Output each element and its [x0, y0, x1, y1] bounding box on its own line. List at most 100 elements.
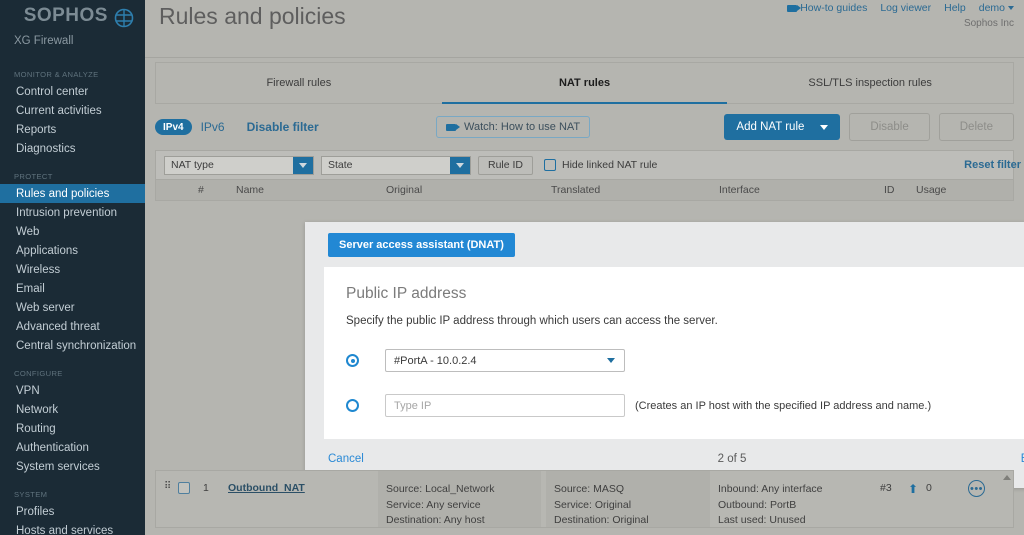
hide-linked-nat-rule-checkbox[interactable]: [544, 159, 557, 171]
nav-group-system: SYSTEM Profiles Hosts and services Admin…: [0, 490, 145, 535]
sidebar-item-web-server[interactable]: Web server: [0, 298, 145, 317]
org-name: Sophos Inc: [963, 18, 1014, 29]
product-name: XG Firewall: [14, 35, 74, 47]
column-header-interface: Interface: [719, 184, 760, 196]
column-header-name: Name: [236, 184, 265, 196]
ipv4-toggle[interactable]: IPv4: [155, 119, 192, 135]
table-row[interactable]: ⠿ 1 Outbound_NAT Source: Local_Network S…: [155, 470, 1014, 528]
watch-how-to-use-nat-button[interactable]: Watch: How to use NAT: [436, 116, 591, 138]
nav-group-title: CONFIGURE: [14, 369, 63, 378]
more-options-icon: •••: [968, 480, 985, 497]
chevron-down-icon: [607, 358, 615, 363]
ipv6-toggle[interactable]: IPv6: [201, 120, 225, 134]
sidebar-item-rules-and-policies[interactable]: Rules and policies: [0, 184, 145, 203]
radio-interface-ip[interactable]: [346, 354, 359, 367]
cell-interface: Inbound: Any interface Outbound: PortB L…: [718, 471, 823, 527]
translated-source: Source: MASQ: [554, 483, 625, 495]
sidebar-item-wireless[interactable]: Wireless: [0, 260, 145, 279]
sidebar-item-system-services[interactable]: System services: [0, 457, 145, 476]
nav-group-title: MONITOR & ANALYZE: [14, 70, 99, 79]
state-select[interactable]: State: [321, 155, 471, 175]
cell-original: Source: Local_Network Service: Any servi…: [378, 471, 541, 527]
how-to-guides-link[interactable]: How-to guides: [787, 2, 867, 14]
add-nat-rule-button[interactable]: Add NAT rule: [724, 114, 841, 140]
add-nat-rule-label: Add NAT rule: [736, 121, 805, 133]
column-header-index: #: [198, 184, 204, 196]
sidebar-item-applications[interactable]: Applications: [0, 241, 145, 260]
column-header-translated: Translated: [551, 184, 601, 196]
tab-firewall-rules[interactable]: Firewall rules: [156, 63, 442, 103]
disable-filter-link[interactable]: Disable filter: [247, 120, 319, 134]
nav-group-configure: CONFIGURE VPN Network Routing Authentica…: [0, 369, 145, 476]
rule-id-button[interactable]: Rule ID: [478, 155, 534, 175]
watch-label: Watch: How to use NAT: [464, 121, 581, 133]
video-icon: [446, 123, 460, 131]
topbar: Rules and policies How-to guides Log vie…: [145, 0, 1024, 58]
how-to-guides-label: How-to guides: [800, 2, 868, 14]
radio-type-ip[interactable]: [346, 399, 359, 412]
translated-service: Service: Original: [554, 498, 632, 511]
actionbar: IPv4 IPv6 Disable filter Watch: How to u…: [155, 104, 1014, 150]
user-menu[interactable]: demo: [979, 2, 1014, 14]
help-link[interactable]: Help: [944, 2, 966, 14]
interface-ip-select[interactable]: #PortA - 10.0.2.4: [385, 349, 625, 372]
drag-handle-icon[interactable]: ⠿: [164, 471, 171, 492]
server-access-assistant-tab[interactable]: Server access assistant (DNAT): [328, 233, 515, 257]
usage-up-icon: ⬆: [908, 482, 919, 496]
sidebar-item-hosts-and-services[interactable]: Hosts and services: [0, 521, 145, 535]
sidebar-item-vpn[interactable]: VPN: [0, 381, 145, 400]
tab-nat-rules[interactable]: NAT rules: [441, 63, 728, 104]
row-index: 1: [203, 482, 209, 494]
rule-id-value: #3: [880, 482, 892, 494]
cancel-button[interactable]: Cancel: [328, 453, 364, 465]
sidebar-item-network[interactable]: Network: [0, 400, 145, 419]
state-value: State: [328, 159, 353, 171]
sidebar-item-reports[interactable]: Reports: [0, 120, 145, 139]
nat-type-value: NAT type: [171, 159, 214, 171]
rule-name-link[interactable]: Outbound_NAT: [228, 471, 305, 494]
option-row-type-ip: (Creates an IP host with the specified I…: [346, 394, 1024, 417]
sidebar-item-intrusion-prevention[interactable]: Intrusion prevention: [0, 203, 145, 222]
user-label: demo: [978, 2, 1005, 14]
sidebar-item-control-center[interactable]: Control center: [0, 82, 145, 101]
page-title: Rules and policies: [159, 3, 346, 29]
column-header-original: Original: [386, 184, 423, 196]
translated-destination: Destination: Original: [554, 514, 649, 526]
chevron-down-icon: [820, 124, 829, 130]
nav-group-title: SYSTEM: [14, 490, 48, 499]
original-source: Source: Local_Network: [386, 483, 495, 495]
interface-ip-value: #PortA - 10.0.2.4: [394, 354, 477, 367]
chevron-down-icon: [450, 156, 470, 174]
row-actions-menu[interactable]: •••: [968, 471, 985, 497]
sidebar-item-diagnostics[interactable]: Diagnostics: [0, 139, 145, 158]
sidebar-item-current-activities[interactable]: Current activities: [0, 101, 145, 120]
reset-filter-link[interactable]: Reset filter: [964, 159, 1021, 171]
tabbar: Firewall rules NAT rules SSL/TLS inspect…: [155, 62, 1014, 104]
sidebar-item-authentication[interactable]: Authentication: [0, 438, 145, 457]
tab-ssl-tls-inspection-rules[interactable]: SSL/TLS inspection rules: [727, 63, 1013, 103]
sidebar-item-central-synchronization[interactable]: Central synchronization: [0, 336, 145, 355]
dialog-heading: Public IP address: [346, 285, 467, 302]
nat-type-select[interactable]: NAT type: [164, 155, 314, 175]
log-viewer-link[interactable]: Log viewer: [880, 2, 931, 14]
sidebar-item-routing[interactable]: Routing: [0, 419, 145, 438]
sidebar-item-web[interactable]: Web: [0, 222, 145, 241]
dialog-body: Public IP address Specify the public IP …: [324, 267, 1024, 439]
topbar-right: How-to guides Log viewer Help demo Sopho…: [787, 2, 1014, 29]
disable-button[interactable]: Disable: [849, 113, 930, 141]
type-ip-hint: (Creates an IP host with the specified I…: [635, 399, 932, 412]
type-ip-input[interactable]: [385, 394, 625, 417]
sidebar-item-email[interactable]: Email: [0, 279, 145, 298]
scroll-up-icon[interactable]: [1003, 475, 1011, 480]
main-content: Rules and policies How-to guides Log vie…: [145, 0, 1024, 535]
sidebar-item-advanced-threat[interactable]: Advanced threat: [0, 317, 145, 336]
hide-linked-nat-rule-label: Hide linked NAT rule: [562, 159, 658, 171]
column-header-usage: Usage: [916, 184, 947, 196]
chevron-down-icon: [293, 156, 313, 174]
row-checkbox[interactable]: [178, 482, 190, 494]
brand-name: SOPHOS: [23, 5, 108, 26]
assistant-tab-row: Server access assistant (DNAT): [305, 222, 1024, 267]
sidebar-item-profiles[interactable]: Profiles: [0, 502, 145, 521]
cell-translated: Source: MASQ Service: Original Destinati…: [546, 471, 710, 527]
delete-button[interactable]: Delete: [938, 113, 1014, 141]
